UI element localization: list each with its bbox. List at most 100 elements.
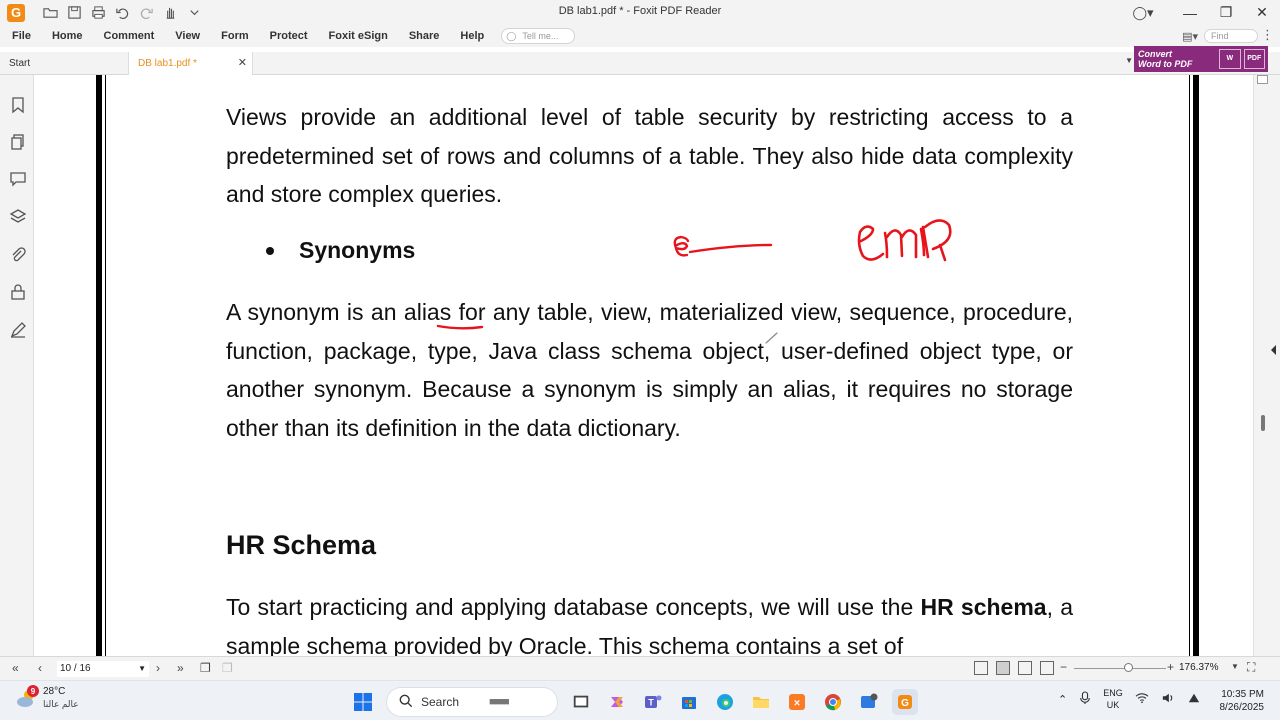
synonym-text-start: A synonym is an bbox=[226, 299, 404, 325]
battery-icon[interactable] bbox=[1187, 692, 1201, 707]
foxit-logo-icon[interactable]: G bbox=[7, 3, 25, 22]
right-panel-strip bbox=[1270, 75, 1280, 656]
single-page-view-icon[interactable] bbox=[974, 661, 988, 675]
undo-icon[interactable] bbox=[113, 4, 131, 22]
page-border-left bbox=[96, 75, 102, 656]
search-label: Search bbox=[421, 695, 460, 709]
copilot-icon[interactable] bbox=[604, 689, 630, 715]
hr-schema-paragraph: To start practicing and applying databas… bbox=[226, 588, 1073, 656]
weather-badge: 9 bbox=[27, 685, 39, 697]
continuous-view-icon[interactable] bbox=[996, 661, 1010, 675]
page-number-text: 10 / 16 bbox=[60, 663, 91, 674]
last-page-icon[interactable]: » bbox=[177, 661, 184, 675]
chrome-icon[interactable] bbox=[820, 689, 846, 715]
tab-document[interactable]: DB lab1.pdf * ✕ bbox=[128, 52, 253, 75]
menu-form[interactable]: Form bbox=[221, 30, 249, 42]
attachments-icon[interactable] bbox=[9, 246, 27, 264]
show-hidden-icons-chevron-up-icon[interactable]: ⌃ bbox=[1058, 693, 1067, 706]
scroll-thumb[interactable] bbox=[1261, 415, 1265, 431]
tell-me-input[interactable]: ◯ Tell me... bbox=[501, 28, 576, 44]
fullscreen-icon[interactable]: ⛶ bbox=[1247, 660, 1255, 675]
volume-icon[interactable] bbox=[1161, 692, 1175, 707]
more-options-icon[interactable]: ⋮ bbox=[1261, 27, 1274, 43]
layers-icon[interactable] bbox=[9, 208, 27, 226]
search-icon bbox=[399, 694, 413, 711]
hand-tool-icon[interactable] bbox=[161, 4, 179, 22]
page-select-chevron-down-icon[interactable]: ▼ bbox=[138, 661, 146, 677]
zoom-level[interactable]: 176.37% bbox=[1179, 662, 1218, 673]
first-page-icon[interactable]: « bbox=[12, 661, 19, 675]
ink-dash bbox=[688, 243, 773, 254]
menu-file[interactable]: File bbox=[12, 30, 31, 42]
synonyms-bullet: Synonyms bbox=[266, 237, 415, 264]
foxit-taskbar-icon[interactable]: G bbox=[892, 689, 918, 715]
zoom-slider-handle[interactable] bbox=[1124, 663, 1133, 672]
zoom-chevron-down-icon[interactable]: ▼ bbox=[1231, 662, 1239, 671]
bookmark-icon[interactable] bbox=[9, 96, 27, 114]
task-view-icon[interactable] bbox=[568, 689, 594, 715]
zoom-in-icon[interactable]: + bbox=[1167, 660, 1174, 674]
windows-taskbar: 9 28°C عالم عالنا Search ■■■■ T × G ⌃ EN… bbox=[0, 680, 1280, 720]
scroll-top-box[interactable] bbox=[1257, 75, 1268, 84]
restore-button[interactable]: ❐ bbox=[1208, 0, 1244, 25]
zoom-slider-track[interactable] bbox=[1074, 668, 1166, 669]
comments-icon[interactable] bbox=[9, 170, 27, 188]
security-lock-icon[interactable] bbox=[9, 283, 27, 301]
next-page-icon[interactable]: › bbox=[156, 661, 160, 675]
continuous-facing-view-icon[interactable] bbox=[1040, 661, 1054, 675]
convert-word-to-pdf-banner[interactable]: Convert Word to PDF W PDF bbox=[1134, 46, 1268, 72]
tab-bar: Start DB lab1.pdf * ✕ bbox=[0, 52, 1280, 75]
vertical-scrollbar[interactable] bbox=[1253, 75, 1270, 656]
svg-text:×: × bbox=[794, 698, 800, 710]
temperature: 28°C bbox=[43, 686, 66, 697]
menu-share[interactable]: Share bbox=[409, 30, 440, 42]
page-number-input[interactable]: 10 / 16 ▼ bbox=[57, 661, 149, 677]
menu-view[interactable]: View bbox=[175, 30, 200, 42]
find-options-icon[interactable]: ▤▾ bbox=[1182, 30, 1198, 43]
document-view[interactable]: Views provide an additional level of tab… bbox=[35, 75, 1253, 656]
system-clock[interactable]: 10:35 PM 8/26/2025 bbox=[1210, 688, 1265, 714]
windows-start-icon[interactable] bbox=[350, 689, 376, 715]
menu-comment[interactable]: Comment bbox=[104, 30, 155, 42]
close-window-button[interactable]: ✕ bbox=[1244, 0, 1280, 25]
redo-icon[interactable] bbox=[137, 4, 155, 22]
zoom-out-icon[interactable]: − bbox=[1060, 660, 1067, 674]
account-icon[interactable]: ◯▾ bbox=[1128, 5, 1158, 21]
store-icon[interactable] bbox=[676, 689, 702, 715]
facing-view-icon[interactable] bbox=[1018, 661, 1032, 675]
snipping-tool-icon[interactable] bbox=[856, 689, 882, 715]
previous-page-icon[interactable]: ‹ bbox=[38, 661, 42, 675]
input-language[interactable]: ENG UK bbox=[1103, 687, 1123, 711]
tab-start[interactable]: Start bbox=[0, 52, 128, 75]
paste-page-icon[interactable]: ❐ bbox=[222, 661, 233, 675]
file-explorer-icon[interactable] bbox=[748, 689, 774, 715]
save-icon[interactable] bbox=[65, 4, 83, 22]
find-area: ▤▾ Find bbox=[1182, 29, 1258, 43]
svg-text:G: G bbox=[901, 698, 909, 709]
search-highlight-icon: ■■■■ bbox=[489, 696, 510, 708]
xampp-icon[interactable]: × bbox=[784, 689, 810, 715]
menu-help[interactable]: Help bbox=[460, 30, 484, 42]
page-border-right bbox=[1193, 75, 1199, 656]
page-thumbnails-icon[interactable] bbox=[9, 133, 27, 151]
edge-icon[interactable] bbox=[712, 689, 738, 715]
menu-protect[interactable]: Protect bbox=[270, 30, 308, 42]
copy-page-icon[interactable]: ❐ bbox=[200, 661, 211, 675]
open-folder-icon[interactable] bbox=[41, 4, 59, 22]
title-bar: G DB lab1.pdf * - Foxit PDF Reader ◯▾ — … bbox=[0, 0, 1280, 25]
signature-pen-icon[interactable] bbox=[9, 321, 27, 339]
menu-home[interactable]: Home bbox=[52, 30, 83, 42]
weather-widget[interactable]: 9 28°C عالم عالنا bbox=[15, 685, 79, 710]
customize-toolbar-chevron-down-icon[interactable] bbox=[185, 4, 203, 22]
find-input[interactable]: Find bbox=[1204, 29, 1258, 43]
wifi-icon[interactable] bbox=[1135, 692, 1149, 707]
tab-list-chevron-down-icon[interactable]: ▼ bbox=[1125, 56, 1133, 65]
minimize-button[interactable]: — bbox=[1172, 0, 1208, 25]
taskbar-search[interactable]: Search ■■■■ bbox=[386, 687, 558, 717]
collapse-right-panel-icon[interactable] bbox=[1271, 345, 1276, 355]
menu-foxit-esign[interactable]: Foxit eSign bbox=[329, 30, 388, 42]
microphone-icon[interactable] bbox=[1079, 690, 1091, 708]
teams-icon[interactable]: T bbox=[640, 689, 666, 715]
print-icon[interactable] bbox=[89, 4, 107, 22]
tab-close-icon[interactable]: ✕ bbox=[238, 52, 247, 75]
